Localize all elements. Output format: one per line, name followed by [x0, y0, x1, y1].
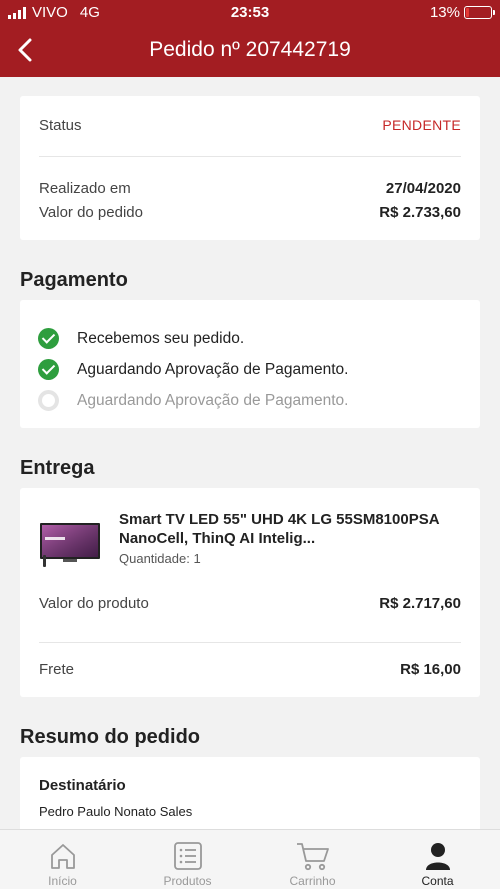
payment-step-label: Aguardando Aprovação de Pagamento. [77, 391, 349, 409]
empty-circle-icon [38, 390, 59, 411]
total-value: R$ 2.733,60 [379, 204, 461, 221]
clock: 23:53 [230, 4, 270, 21]
check-circle-icon [38, 359, 59, 380]
tab-label: Produtos [163, 874, 212, 888]
battery-icon [464, 6, 495, 19]
recipient-label: Destinatário [39, 777, 126, 794]
shipping-value: R$ 16,00 [400, 661, 461, 678]
cart-icon [296, 843, 329, 871]
product-name[interactable]: Smart TV LED 55" UHD 4K LG 55SM8100PSA N… [119, 510, 459, 548]
total-label: Valor do pedido [39, 204, 143, 221]
product-quantity: Quantidade: 1 [119, 551, 201, 566]
payment-section-title: Pagamento [20, 269, 128, 291]
shipping-label: Frete [39, 661, 75, 678]
page-title: Pedido nº 207442719 [149, 38, 351, 61]
payment-step-label: Recebemos seu pedido. [77, 329, 245, 347]
system-status-bar: VIVO 4G 23:53 13% [0, 0, 500, 24]
list-icon [173, 842, 202, 870]
recipient-name: Pedro Paulo Nonato Sales [39, 804, 193, 819]
shipping-row: Frete R$ 16,00 [39, 661, 461, 678]
tab-label: Conta [421, 874, 454, 888]
placed-date: 27/04/2020 [385, 180, 461, 197]
payment-step-pending: Aguardando Aprovação de Pagamento. [38, 390, 348, 411]
tab-label: Carrinho [289, 874, 336, 888]
delivery-card: Smart TV LED 55" UHD 4K LG 55SM8100PSA N… [20, 488, 480, 697]
battery-percent: 13% [429, 4, 460, 21]
product-value-row: Valor do produto R$ 2.717,60 [39, 595, 461, 612]
divider [39, 642, 461, 643]
tab-carrinho[interactable]: Carrinho [250, 830, 375, 889]
payment-step: Recebemos seu pedido. [38, 328, 244, 349]
header: Pedido nº 207442719 [0, 24, 500, 77]
status-badge: PENDENTE [382, 117, 461, 133]
order-info-card: Status PENDENTE Realizado em 27/04/2020 … [20, 96, 480, 240]
user-icon [425, 843, 450, 870]
payment-card: Recebemos seu pedido. Aguardando Aprovaç… [20, 300, 480, 428]
status-row: Status PENDENTE [39, 117, 461, 134]
divider [39, 156, 461, 157]
placed-label: Realizado em [39, 180, 131, 197]
payment-step-label: Aguardando Aprovação de Pagamento. [77, 360, 349, 378]
product-value: R$ 2.717,60 [379, 595, 461, 612]
check-circle-icon [38, 328, 59, 349]
tab-conta[interactable]: Conta [375, 830, 500, 889]
product-value-label: Valor do produto [39, 595, 149, 612]
payment-step: Aguardando Aprovação de Pagamento. [38, 359, 348, 380]
tab-produtos[interactable]: Produtos [125, 830, 250, 889]
placed-row: Realizado em 27/04/2020 [39, 180, 461, 197]
status-label: Status [39, 117, 82, 134]
bottom-tab-bar: Início Produtos Carrinho Conta [0, 829, 500, 889]
tab-inicio[interactable]: Início [0, 830, 125, 889]
home-icon [50, 844, 75, 869]
battery-info: 13% [429, 4, 495, 21]
product-image[interactable] [39, 521, 101, 569]
total-row: Valor do pedido R$ 2.733,60 [39, 204, 461, 221]
summary-section-title: Resumo do pedido [20, 726, 200, 748]
tab-label: Início [48, 874, 77, 888]
delivery-section-title: Entrega [20, 457, 95, 479]
